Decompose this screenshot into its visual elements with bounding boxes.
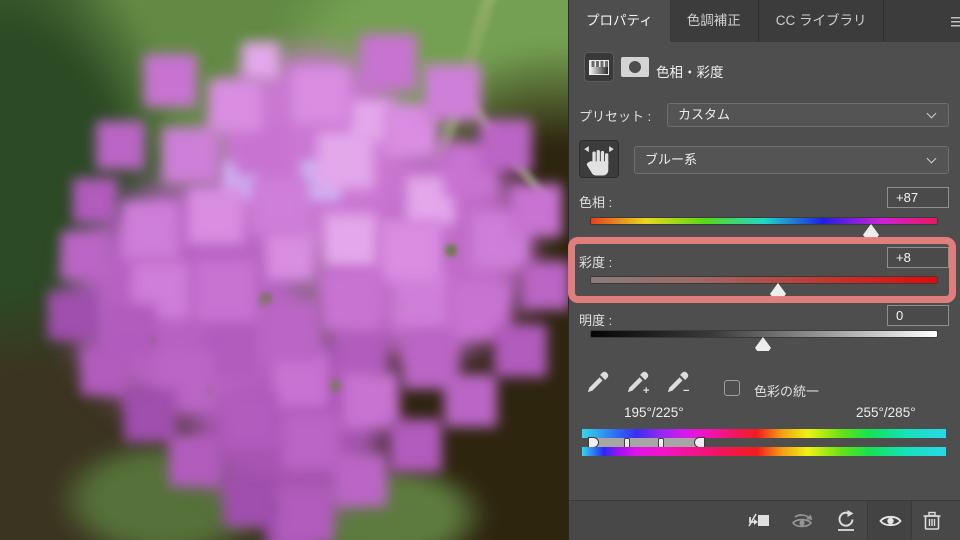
saturation-value-field[interactable]: +8 <box>887 247 949 268</box>
tab-properties[interactable]: プロパティ <box>569 0 670 42</box>
visibility-eye-icon <box>879 515 902 527</box>
delete-button[interactable] <box>921 509 945 533</box>
reset-button[interactable] <box>834 509 858 533</box>
add-eyedropper-button[interactable]: + <box>624 368 654 398</box>
panel-tab-bar: プロパティ 色調補正 CC ライブラリ <box>569 0 960 42</box>
reset-icon <box>838 510 854 531</box>
photo-canvas[interactable] <box>0 0 568 540</box>
eyedropper-icon <box>587 371 609 393</box>
minus-symbol: − <box>683 385 690 397</box>
hue-label: 色相 : <box>579 195 613 210</box>
lightness-value-field[interactable]: 0 <box>887 305 949 326</box>
previous-state-eye-icon <box>791 514 813 528</box>
saturation-slider[interactable] <box>591 277 937 283</box>
hue-slider-thumb[interactable] <box>863 224 879 238</box>
layer-mask-icon[interactable] <box>621 57 649 77</box>
saturation-slider-thumb[interactable] <box>770 283 786 297</box>
hue-spectrum-reference-bar <box>582 429 946 438</box>
range-right-label: 255°/285° <box>856 405 916 420</box>
clip-to-layer-button[interactable] <box>747 509 771 533</box>
subtract-eyedropper-button[interactable]: − <box>664 368 694 398</box>
clip-to-layer-icon <box>748 513 769 527</box>
eyedropper-button[interactable] <box>584 368 614 398</box>
hand-drag-icon <box>584 146 614 176</box>
visibility-toggle-button[interactable] <box>878 509 902 533</box>
colorize-label: 色彩の統一 <box>754 384 820 399</box>
range-handle-left[interactable] <box>624 437 630 448</box>
trash-icon <box>923 511 941 530</box>
hue-value-field[interactable]: +87 <box>887 187 949 208</box>
range-left-label: 195°/225° <box>624 405 684 420</box>
preset-label: プリセット : <box>579 109 652 124</box>
chevron-down-icon <box>926 108 937 119</box>
lightness-label: 明度 : <box>579 313 613 328</box>
hue-spectrum-result-bar <box>582 447 946 456</box>
tab-adjustments[interactable]: 色調補正 <box>670 0 759 42</box>
plus-symbol: + <box>643 385 650 397</box>
photo-hydrangea-florets <box>0 0 1 1</box>
range-handle-right[interactable] <box>658 437 664 448</box>
color-range-track[interactable] <box>589 438 704 447</box>
adjustment-thumbnail-button[interactable] <box>584 52 614 82</box>
hue-slider[interactable] <box>591 218 937 224</box>
colorize-checkbox[interactable] <box>724 380 740 396</box>
preset-select[interactable]: カスタム <box>667 103 949 127</box>
properties-panel: プロパティ 色調補正 CC ライブラリ 色相・彩度 プリセット : カスタム ブ… <box>568 0 960 540</box>
range-feather-handle-left[interactable] <box>589 438 598 447</box>
channel-select[interactable]: ブルー系 <box>634 146 949 174</box>
range-feather-handle-right[interactable] <box>695 438 704 447</box>
hue-saturation-adjustment-icon <box>589 60 609 75</box>
saturation-label: 彩度 : <box>579 255 613 270</box>
panel-menu-icon[interactable] <box>951 17 960 27</box>
previous-state-button[interactable] <box>789 509 813 533</box>
adjustment-title: 色相・彩度 <box>656 65 724 80</box>
tab-cc-libraries[interactable]: CC ライブラリ <box>759 0 885 42</box>
lightness-slider-thumb[interactable] <box>755 337 771 351</box>
application-window: プロパティ 色調補正 CC ライブラリ 色相・彩度 プリセット : カスタム ブ… <box>0 0 960 540</box>
channel-value: ブルー系 <box>645 152 698 167</box>
photo-hydrangea-mass <box>0 0 568 540</box>
panel-toolbar <box>569 500 960 540</box>
preset-value: カスタム <box>678 107 731 122</box>
chevron-down-icon <box>926 153 937 164</box>
targeted-adjustment-tool-button[interactable] <box>579 140 619 178</box>
lightness-slider[interactable] <box>591 331 937 337</box>
